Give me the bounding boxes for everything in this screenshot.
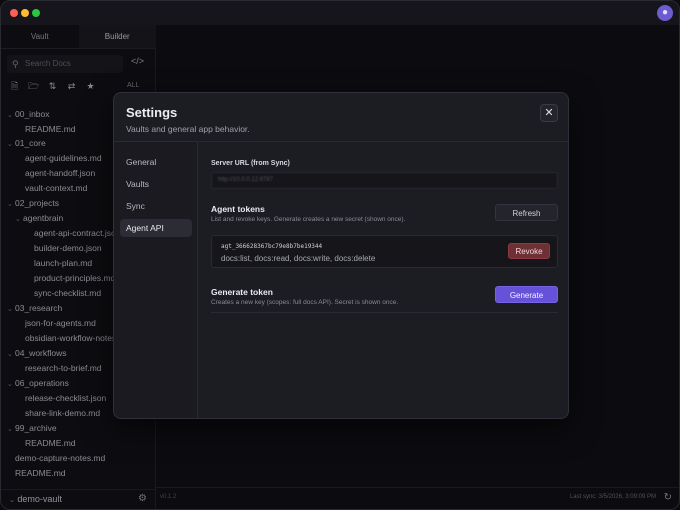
section-divider xyxy=(211,312,558,313)
nav-general[interactable]: General xyxy=(120,153,192,171)
app-window: ● Vault Builder ⚲ Search Docs </> 🗎 🗁 ⇅ … xyxy=(0,0,680,510)
brain-icon[interactable]: ● xyxy=(657,5,673,21)
generate-button[interactable]: Generate xyxy=(495,286,558,303)
close-icon[interactable]: ✕ xyxy=(540,104,558,122)
agent-api-panel: Server URL (from Sync) http://10.0.0.12:… xyxy=(199,141,568,418)
token-id: agt_366628367bc79e8b7be19344 xyxy=(221,243,323,250)
nav-sync[interactable]: Sync xyxy=(120,197,192,215)
dialog-subtitle: Vaults and general app behavior. xyxy=(126,124,250,134)
settings-nav: General Vaults Sync Agent API xyxy=(114,141,198,418)
token-card: agt_366628367bc79e8b7be19344 docs:list, … xyxy=(211,235,558,268)
agent-tokens-title: Agent tokens xyxy=(211,204,265,214)
revoke-button[interactable]: Revoke xyxy=(508,243,550,259)
generate-token-desc: Creates a new key (scopes: full docs API… xyxy=(211,299,399,306)
generate-token-title: Generate token xyxy=(211,287,273,297)
server-url-label: Server URL (from Sync) xyxy=(211,160,290,167)
nav-agent-api[interactable]: Agent API xyxy=(120,219,192,237)
nav-vaults[interactable]: Vaults xyxy=(120,175,192,193)
token-scopes: docs:list, docs:read, docs:write, docs:d… xyxy=(221,254,376,263)
server-url-field[interactable]: http://10.0.0.12:8787 xyxy=(211,172,558,189)
refresh-button[interactable]: Refresh xyxy=(495,204,558,221)
dialog-title: Settings xyxy=(126,105,178,120)
agent-tokens-desc: List and revoke keys. Generate creates a… xyxy=(211,216,406,223)
close-window-button[interactable] xyxy=(10,9,18,17)
maximize-window-button[interactable] xyxy=(32,9,40,17)
title-bar: ● xyxy=(1,1,679,25)
minimize-window-button[interactable] xyxy=(21,9,29,17)
settings-dialog: Settings Vaults and general app behavior… xyxy=(113,92,569,419)
